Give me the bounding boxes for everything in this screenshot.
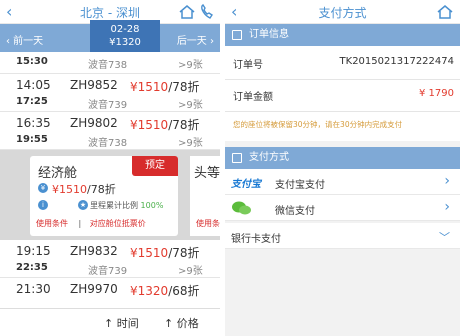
arrival-time: 15:30 <box>16 56 48 67</box>
arrival-time: 19:55 <box>16 134 48 145</box>
departure-time: 16:35 <box>16 116 51 130</box>
cabin-card-first[interactable]: 头等 使用条 <box>190 156 220 236</box>
usage-conditions-link[interactable]: 使用条件 <box>36 219 68 228</box>
departure-time: 14:05 <box>16 78 51 92</box>
divider <box>225 111 460 112</box>
price: ¥1510/78折 <box>130 244 200 261</box>
document-icon <box>232 30 242 40</box>
chevron-down-icon: ﹀ <box>439 231 450 244</box>
cabin-card-economy[interactable]: 经济舱 预定 ¥ ¥1510/78折 i ★ 里程累计比例 100% 使用条件 … <box>30 156 178 236</box>
discount: /68折 <box>168 284 200 298</box>
sort-by-price-button[interactable]: ↑ 价格 <box>164 315 199 331</box>
flight-number: ZH9832 <box>70 244 118 258</box>
discount: /78折 <box>168 246 200 260</box>
price-value: ¥1510 <box>130 246 169 260</box>
flight-row[interactable]: 15:30 波音738 >9张 <box>0 52 220 74</box>
alipay-option[interactable]: 支付宝 支付宝支付 › <box>225 169 460 195</box>
date-label: 02-28 <box>110 24 140 35</box>
order-info-header: 订单信息 <box>225 24 460 46</box>
info-icon: ¥ <box>38 183 48 193</box>
home-icon[interactable] <box>436 3 454 21</box>
arrival-time: 22:35 <box>16 262 48 273</box>
link-separator: | <box>78 219 82 228</box>
aircraft: 波音739 <box>88 266 128 277</box>
phone-icon[interactable] <box>198 3 216 21</box>
cabin-fare-link[interactable]: 对应舱位抵票价 <box>90 219 146 228</box>
order-amount: ¥ 1790 <box>419 88 454 99</box>
card-icon <box>232 153 242 163</box>
section-title: 支付方式 <box>249 152 289 163</box>
option-label: 支付宝支付 <box>275 180 325 191</box>
chevron-right-icon: › <box>444 199 450 215</box>
price-value: ¥1510 <box>130 80 169 94</box>
section-title: 订单信息 <box>249 29 289 40</box>
cabin-price: ¥1510/78折 <box>52 181 116 197</box>
bank-card-option[interactable]: 银行卡支付 ﹀ <box>225 223 460 249</box>
cabin-selector: 经济舱 预定 ¥ ¥1510/78折 i ★ 里程累计比例 100% 使用条件 … <box>0 150 220 240</box>
flight-row[interactable]: 19:15 22:35 ZH9832 波音739 ¥1510/78折 >9张 <box>0 240 220 278</box>
discount: /78折 <box>168 80 200 94</box>
seats: >9张 <box>178 266 203 277</box>
arrival-time: 17:25 <box>16 96 48 107</box>
mileage-value: 100% <box>140 201 164 210</box>
order-number-label: 订单号 <box>233 60 263 71</box>
mileage-label: 里程累计比例 <box>90 201 138 210</box>
cabin-name: 经济舱 <box>38 166 78 181</box>
payment-method-header: 支付方式 <box>225 147 460 169</box>
page-title: 支付方式 <box>318 6 367 20</box>
info-icon: i <box>38 200 48 210</box>
price: ¥1320/68折 <box>130 282 200 299</box>
current-date[interactable]: 02-28 ¥1320 <box>90 20 160 52</box>
aircraft: 波音738 <box>88 138 128 149</box>
wechat-pay-option[interactable]: 微信支付 › <box>225 195 460 221</box>
divider <box>225 79 460 80</box>
usage-conditions-link[interactable]: 使用条 <box>196 218 220 229</box>
prev-day-button[interactable]: ‹ 前一天 <box>6 32 43 47</box>
sort-by-time-button[interactable]: ↑ 时间 <box>104 315 139 331</box>
date-bar: ‹ 前一天 02-28 ¥1320 后一天 › <box>0 20 220 52</box>
cabin-discount: /78折 <box>87 183 116 196</box>
header: ‹ 支付方式 <box>225 0 460 24</box>
option-label: 银行卡支付 <box>231 234 281 245</box>
sort-bar: ↑ 时间 ↑ 价格 <box>0 308 220 336</box>
price-value: ¥1320 <box>130 284 169 298</box>
option-label: 微信支付 <box>275 206 315 217</box>
alipay-logo: 支付宝 <box>231 179 261 190</box>
flight-number: ZH9852 <box>70 78 118 92</box>
flight-row[interactable]: 16:35 19:55 ZH9802 波音738 ¥1510/78折 >9张 <box>0 112 220 150</box>
discount: /78折 <box>168 118 200 132</box>
price-value: ¥1510 <box>130 118 169 132</box>
mileage-icon: ★ <box>78 200 88 210</box>
payment-panel: ‹ 支付方式 订单信息 订单号 TK2015021317222474 订单金额 … <box>225 0 460 336</box>
cabin-price-value: ¥1510 <box>52 183 87 196</box>
wechat-icon <box>232 201 251 215</box>
book-button[interactable]: 预定 <box>132 156 178 176</box>
lowest-price: ¥1320 <box>109 37 141 48</box>
next-day-button[interactable]: 后一天 › <box>177 32 214 47</box>
flight-number: ZH9970 <box>70 282 118 296</box>
cabin-name: 头等 <box>194 166 220 181</box>
aircraft: 波音738 <box>88 60 128 71</box>
seats: >9张 <box>178 138 203 149</box>
home-icon[interactable] <box>178 3 196 21</box>
chevron-right-icon: › <box>444 173 450 189</box>
cabin-links: 使用条件 | 对应舱位抵票价 <box>36 218 146 229</box>
flight-list-panel: ‹ 北京 - 深圳 ‹ 前一天 02-28 ¥1320 后一天 › 15:30 … <box>0 0 220 336</box>
seats: >9张 <box>178 100 203 111</box>
flight-row[interactable]: 14:05 17:25 ZH9852 波音739 ¥1510/78折 >9张 <box>0 74 220 112</box>
order-number: TK2015021317222474 <box>339 56 454 67</box>
departure-time: 21:30 <box>16 282 51 296</box>
order-info: 订单号 TK2015021317222474 订单金额 ¥ 1790 您的座位将… <box>225 46 460 141</box>
price: ¥1510/78折 <box>130 78 200 95</box>
seats: >9张 <box>178 60 203 71</box>
order-amount-label: 订单金额 <box>233 92 273 103</box>
reservation-note: 您的座位将被保留30分钟，请在30分钟内完成支付 <box>233 120 403 129</box>
price: ¥1510/78折 <box>130 116 200 133</box>
flight-number: ZH9802 <box>70 116 118 130</box>
departure-time: 19:15 <box>16 244 51 258</box>
aircraft: 波音739 <box>88 100 128 111</box>
mileage-ratio: 里程累计比例 100% <box>90 200 163 211</box>
